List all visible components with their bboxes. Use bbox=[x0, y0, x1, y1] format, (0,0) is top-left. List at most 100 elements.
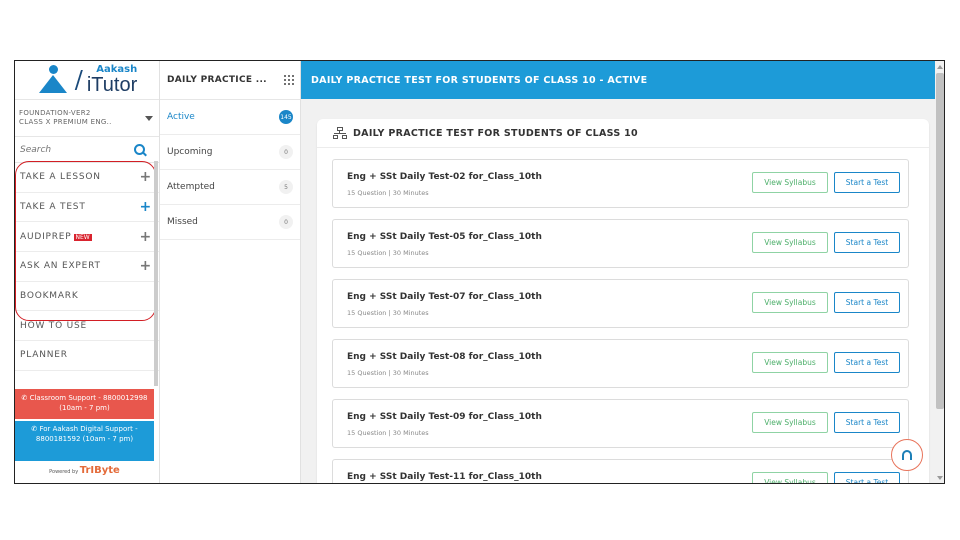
course-line-2: CLASS X PREMIUM ENG.. bbox=[19, 118, 112, 126]
page-title: DAILY PRACTICE TEST FOR STUDENTS OF CLAS… bbox=[311, 74, 648, 86]
sidebar: / Aakash iTutor FOUNDATION-VER2 CLASS X … bbox=[15, 61, 160, 483]
start-test-button[interactable]: Start a Test bbox=[834, 412, 900, 433]
test-meta: 15 Question | 30 Minutes bbox=[347, 309, 429, 317]
test-name: Eng + SSt Daily Test-05 for_Class_10th bbox=[347, 232, 542, 242]
view-syllabus-button[interactable]: View Syllabus bbox=[752, 412, 828, 433]
test-row: Eng + SSt Daily Test-05 for_Class_10th 1… bbox=[332, 219, 909, 268]
view-syllabus-button[interactable]: View Syllabus bbox=[752, 232, 828, 253]
start-test-button[interactable]: Start a Test bbox=[834, 352, 900, 373]
status-panel-header: DAILY PRACTICE ... bbox=[160, 61, 300, 100]
test-name: Eng + SSt Daily Test-08 for_Class_10th bbox=[347, 352, 542, 362]
plus-icon[interactable]: + bbox=[139, 258, 152, 274]
sidebar-item-audiprep[interactable]: AUDIPREP NEW + bbox=[15, 222, 159, 253]
test-list-card: DAILY PRACTICE TEST FOR STUDENTS OF CLAS… bbox=[317, 119, 929, 483]
hierarchy-icon bbox=[333, 126, 347, 140]
plus-icon[interactable]: + bbox=[139, 169, 152, 185]
sidebar-scrollbar[interactable] bbox=[154, 161, 158, 386]
status-count-badge: 0 bbox=[279, 145, 293, 159]
test-row: Eng + SSt Daily Test-07 for_Class_10th 1… bbox=[332, 279, 909, 328]
start-test-button[interactable]: Start a Test bbox=[834, 472, 900, 483]
sidebar-item-label: BOOKMARK bbox=[20, 291, 79, 302]
status-count-badge: 0 bbox=[279, 215, 293, 229]
sidebar-item-take-a-test[interactable]: TAKE A TEST + bbox=[15, 193, 159, 223]
status-panel-title: DAILY PRACTICE ... bbox=[167, 75, 267, 85]
digital-support-label: For Aakash Digital Support - 8800181592 … bbox=[35, 425, 138, 443]
tab-active[interactable]: Active 145 bbox=[160, 100, 300, 135]
card-header: DAILY PRACTICE TEST FOR STUDENTS OF CLAS… bbox=[317, 119, 929, 148]
sidebar-item-label: AUDIPREP bbox=[20, 231, 72, 242]
headset-icon bbox=[902, 450, 912, 460]
scroll-down-icon[interactable] bbox=[937, 476, 943, 480]
start-test-button[interactable]: Start a Test bbox=[834, 292, 900, 313]
logo[interactable]: / Aakash iTutor bbox=[15, 61, 159, 100]
powered-prefix: Powered by bbox=[49, 469, 79, 475]
status-label: Active bbox=[167, 112, 195, 122]
search-input[interactable] bbox=[15, 144, 130, 155]
course-selector[interactable]: FOUNDATION-VER2 CLASS X PREMIUM ENG.. bbox=[15, 100, 159, 137]
page-scrollbar[interactable] bbox=[935, 61, 944, 483]
plus-icon[interactable]: + bbox=[139, 199, 152, 215]
sidebar-item-label: HOW TO USE bbox=[20, 320, 88, 331]
sidebar-item-bookmark[interactable]: BOOKMARK bbox=[15, 282, 159, 312]
search-icon[interactable] bbox=[134, 144, 145, 155]
digital-support-button[interactable]: ✆ For Aakash Digital Support - 880018159… bbox=[15, 421, 154, 461]
sidebar-item-label: TAKE A LESSON bbox=[20, 172, 101, 183]
powered-by: Powered by TrIByte bbox=[15, 465, 154, 476]
test-meta: 15 Question | 30 Minutes bbox=[347, 249, 429, 257]
plus-icon[interactable]: + bbox=[139, 229, 152, 245]
test-name: Eng + SSt Daily Test-09 for_Class_10th bbox=[347, 412, 542, 422]
chevron-down-icon bbox=[145, 115, 153, 121]
status-count-badge: 145 bbox=[279, 110, 293, 124]
classroom-support-label: Classroom Support - 8800012998 (10am - 7… bbox=[29, 394, 148, 412]
scroll-up-icon[interactable] bbox=[937, 65, 943, 69]
view-syllabus-button[interactable]: View Syllabus bbox=[752, 172, 828, 193]
scrollbar-thumb[interactable] bbox=[936, 73, 944, 409]
grid-menu-icon[interactable] bbox=[284, 75, 294, 85]
status-label: Upcoming bbox=[167, 147, 213, 157]
sidebar-item-label: ASK AN EXPERT bbox=[20, 261, 101, 272]
aakash-logo-icon bbox=[37, 65, 71, 95]
powered-brand: TrIByte bbox=[79, 465, 120, 476]
test-meta: 15 Question | 30 Minutes bbox=[347, 189, 429, 197]
view-syllabus-button[interactable]: View Syllabus bbox=[752, 352, 828, 373]
sidebar-item-take-a-lesson[interactable]: TAKE A LESSON + bbox=[15, 163, 159, 193]
main-content: DAILY PRACTICE TEST FOR STUDENTS OF CLAS… bbox=[301, 61, 935, 483]
sidebar-menu: TAKE A LESSON + TAKE A TEST + AUDIPREP NE… bbox=[15, 163, 159, 371]
sidebar-item-label: TAKE A TEST bbox=[20, 202, 86, 213]
search-bar bbox=[15, 137, 159, 163]
status-label: Missed bbox=[167, 217, 198, 227]
test-row: Eng + SSt Daily Test-02 for_Class_10th 1… bbox=[332, 159, 909, 208]
sidebar-item-planner[interactable]: PLANNER bbox=[15, 341, 159, 371]
sidebar-item-how-to-use[interactable]: HOW TO USE bbox=[15, 311, 159, 342]
tab-missed[interactable]: Missed 0 bbox=[160, 205, 300, 240]
test-meta: 15 Question | 30 Minutes bbox=[347, 429, 429, 437]
app-window: / Aakash iTutor FOUNDATION-VER2 CLASS X … bbox=[14, 60, 945, 484]
page-title-bar: DAILY PRACTICE TEST FOR STUDENTS OF CLAS… bbox=[301, 61, 935, 99]
test-name: Eng + SSt Daily Test-07 for_Class_10th bbox=[347, 292, 542, 302]
sidebar-item-label: PLANNER bbox=[20, 350, 68, 361]
sidebar-item-ask-an-expert[interactable]: ASK AN EXPERT + bbox=[15, 252, 159, 282]
course-line-1: FOUNDATION-VER2 bbox=[19, 109, 91, 118]
card-title: DAILY PRACTICE TEST FOR STUDENTS OF CLAS… bbox=[353, 127, 638, 139]
new-badge: NEW bbox=[73, 233, 92, 241]
start-test-button[interactable]: Start a Test bbox=[834, 172, 900, 193]
test-meta: 15 Question | 30 Minutes bbox=[347, 369, 429, 377]
test-row: Eng + SSt Daily Test-08 for_Class_10th 1… bbox=[332, 339, 909, 388]
test-row: Eng + SSt Daily Test-11 for_Class_10th V… bbox=[332, 459, 909, 483]
tab-upcoming[interactable]: Upcoming 0 bbox=[160, 135, 300, 170]
tab-attempted[interactable]: Attempted 5 bbox=[160, 170, 300, 205]
test-row: Eng + SSt Daily Test-09 for_Class_10th 1… bbox=[332, 399, 909, 448]
phone-icon: ✆ bbox=[21, 394, 30, 402]
start-test-button[interactable]: Start a Test bbox=[834, 232, 900, 253]
test-name: Eng + SSt Daily Test-11 for_Class_10th bbox=[347, 472, 542, 482]
logo-product: iTutor bbox=[86, 74, 138, 96]
status-count-badge: 5 bbox=[279, 180, 293, 194]
help-headset-button[interactable] bbox=[891, 439, 923, 471]
view-syllabus-button[interactable]: View Syllabus bbox=[752, 472, 828, 483]
test-name: Eng + SSt Daily Test-02 for_Class_10th bbox=[347, 172, 542, 182]
view-syllabus-button[interactable]: View Syllabus bbox=[752, 292, 828, 313]
classroom-support-button[interactable]: ✆ Classroom Support - 8800012998 (10am -… bbox=[15, 389, 154, 419]
logo-slash: / bbox=[74, 66, 83, 94]
test-status-panel: DAILY PRACTICE ... Active 145 Upcoming 0… bbox=[160, 61, 301, 483]
status-label: Attempted bbox=[167, 182, 215, 192]
